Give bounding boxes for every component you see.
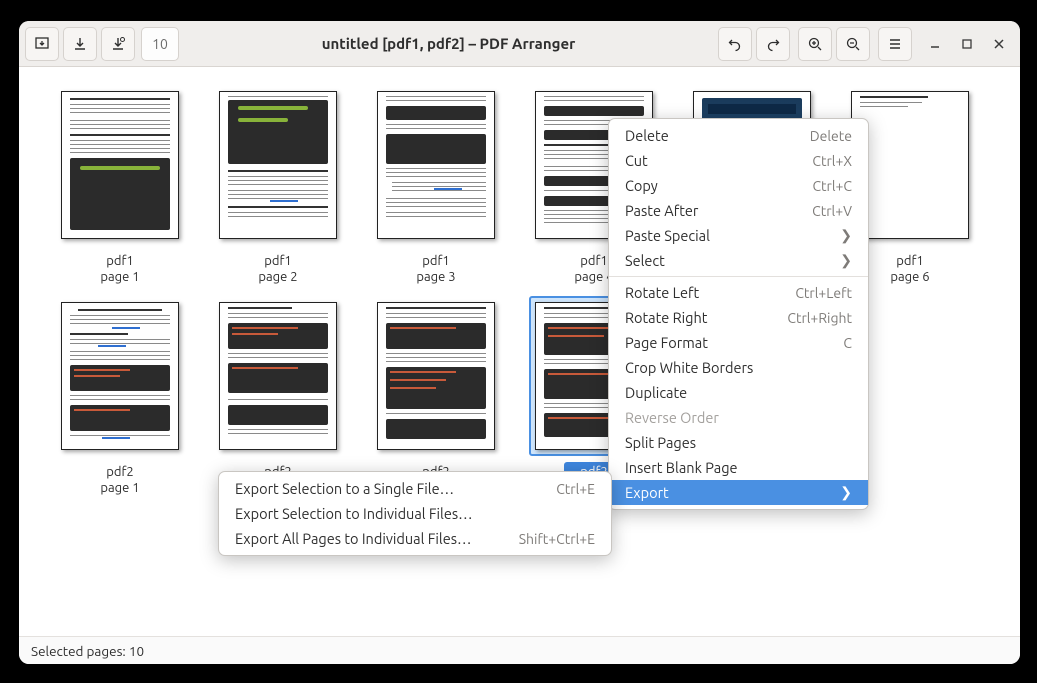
context-menu: DeleteDelete CutCtrl+X CopyCtrl+C Paste … — [608, 118, 869, 510]
thumb-page: page 1 — [100, 270, 139, 284]
thumb-doc: pdf1 — [106, 254, 134, 268]
thumb-doc: pdf1 — [896, 254, 924, 268]
zoom-in-button[interactable] — [798, 27, 832, 61]
chevron-right-icon: ❯ — [840, 252, 852, 269]
menu-duplicate[interactable]: Duplicate — [609, 380, 868, 405]
submenu-export-individual[interactable]: Export Selection to Individual Files… — [219, 501, 611, 526]
thumb-page: page 2 — [258, 270, 297, 284]
undo-button[interactable] — [718, 27, 752, 61]
redo-button[interactable] — [756, 27, 790, 61]
import-button[interactable] — [25, 27, 59, 61]
titlebar: 10 untitled [pdf1, pdf2] – PDF Arranger — [19, 21, 1020, 67]
submenu-export-all-individual[interactable]: Export All Pages to Individual Files…Shi… — [219, 526, 611, 551]
menu-select[interactable]: Select❯ — [609, 248, 868, 273]
save-as-button[interactable] — [101, 27, 135, 61]
menu-separator — [609, 276, 868, 277]
submenu-export-single[interactable]: Export Selection to a Single File…Ctrl+E — [219, 476, 611, 501]
window-title: untitled [pdf1, pdf2] – PDF Arranger — [183, 35, 714, 52]
menu-rotate-right[interactable]: Rotate RightCtrl+Right — [609, 305, 868, 330]
menu-reverse-order: Reverse Order — [609, 405, 868, 430]
menu-page-format[interactable]: Page FormatC — [609, 330, 868, 355]
menu-paste-special[interactable]: Paste Special❯ — [609, 223, 868, 248]
maximize-button[interactable] — [958, 35, 976, 53]
page-count-display: 10 — [141, 27, 179, 61]
thumb-page: page 1 — [100, 481, 139, 495]
menu-crop-white-borders[interactable]: Crop White Borders — [609, 355, 868, 380]
chevron-right-icon: ❯ — [840, 484, 852, 501]
thumb-doc: pdf1 — [580, 254, 608, 268]
thumb-cell[interactable]: pdf1 page 1 — [41, 85, 199, 288]
thumb-doc: pdf1 — [422, 254, 450, 268]
thumb-cell[interactable]: pdf2 page 1 — [41, 296, 199, 499]
thumb-cell[interactable]: pdf2page 3 — [357, 296, 515, 499]
menu-cut[interactable]: CutCtrl+X — [609, 148, 868, 173]
status-text: Selected pages: 10 — [31, 643, 144, 659]
minimize-button[interactable] — [926, 35, 944, 53]
menu-copy[interactable]: CopyCtrl+C — [609, 173, 868, 198]
thumb-cell[interactable]: pdf1 page 3 — [357, 85, 515, 288]
menu-export[interactable]: Export❯ — [609, 480, 868, 505]
thumb-doc: pdf1 — [264, 254, 292, 268]
app-window: 10 untitled [pdf1, pdf2] – PDF Arranger — [19, 21, 1020, 664]
statusbar: Selected pages: 10 — [19, 636, 1020, 664]
thumb-doc: pdf2 — [106, 465, 134, 479]
export-submenu: Export Selection to a Single File…Ctrl+E… — [218, 471, 612, 556]
menu-paste-after[interactable]: Paste AfterCtrl+V — [609, 198, 868, 223]
hamburger-menu-button[interactable] — [878, 27, 912, 61]
menu-split-pages[interactable]: Split Pages — [609, 430, 868, 455]
thumb-page: page 6 — [890, 270, 929, 284]
chevron-right-icon: ❯ — [840, 227, 852, 244]
thumb-page: page 3 — [416, 270, 455, 284]
menu-delete[interactable]: DeleteDelete — [609, 123, 868, 148]
thumbnail-grid: pdf1 page 1 pdf1 page 2 — [19, 67, 1020, 516]
close-button[interactable] — [990, 35, 1008, 53]
menu-rotate-left[interactable]: Rotate LeftCtrl+Left — [609, 280, 868, 305]
thumb-cell[interactable]: pdf1 page 2 — [199, 85, 357, 288]
zoom-out-button[interactable] — [836, 27, 870, 61]
thumb-cell[interactable]: pdf2page 2 — [199, 296, 357, 499]
save-button[interactable] — [63, 27, 97, 61]
menu-insert-blank-page[interactable]: Insert Blank Page — [609, 455, 868, 480]
